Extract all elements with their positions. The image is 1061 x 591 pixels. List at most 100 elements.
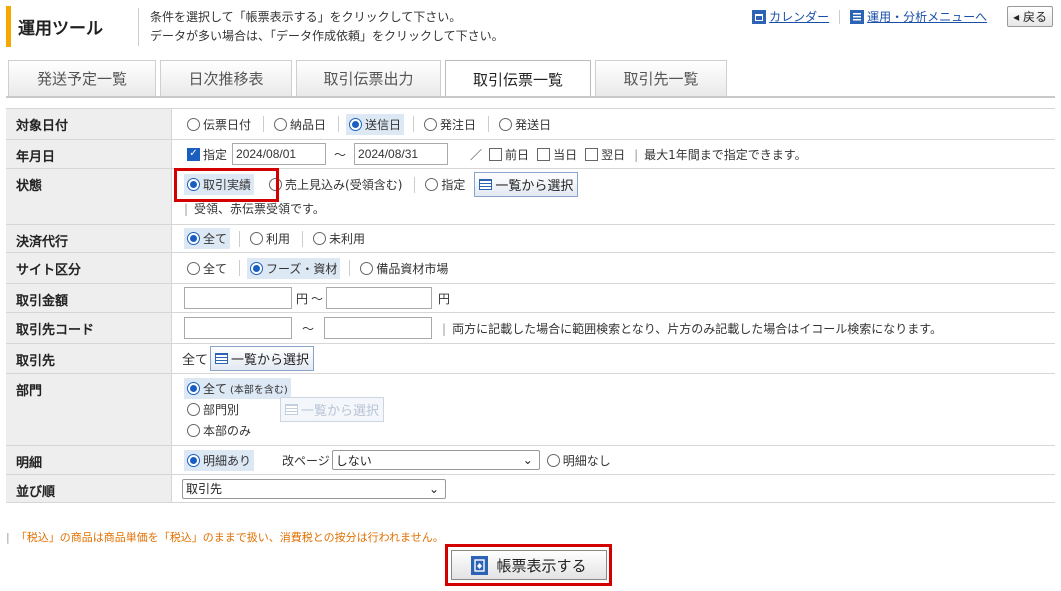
- link-divider: [839, 9, 841, 24]
- row-settlement: 決済代行 全て 利用 未利用: [6, 225, 1055, 253]
- label-settlement: 決済代行: [6, 225, 172, 252]
- radio-settlement-unused[interactable]: 未利用: [310, 228, 368, 249]
- radio-ship-date[interactable]: 発送日: [496, 114, 554, 135]
- label-status: 状態: [6, 169, 172, 224]
- row-detail: 明細 明細あり 改ページ しない ⌄ 明細なし: [6, 446, 1055, 475]
- radio-order-date[interactable]: 発注日: [421, 114, 479, 135]
- tab-slip-output[interactable]: 取引伝票出力: [296, 60, 441, 96]
- radio-detail-with[interactable]: 明細あり: [184, 449, 255, 471]
- date-from-input[interactable]: [232, 143, 327, 165]
- radio-site-equipment[interactable]: 備品資材市場: [357, 258, 451, 279]
- calendar-link-label: カレンダー: [769, 10, 830, 24]
- partner-code-from-input[interactable]: [184, 317, 292, 339]
- row-status: 状態 取引実績 売上見込み(受領含む) 指定 一覧から選択 受領、赤伝票受領です…: [6, 169, 1055, 225]
- header-divider: [138, 8, 139, 46]
- dept-pick-button[interactable]: 一覧から選択: [280, 397, 385, 422]
- row-department: 部門 全て (本部を含む) 部門別 一覧から選択 本部のみ: [6, 374, 1055, 446]
- menu-list-icon: [850, 9, 865, 24]
- radio-sent-date[interactable]: 送信日: [346, 113, 405, 135]
- amount-to-input[interactable]: [326, 287, 433, 309]
- tab-partner-list[interactable]: 取引先一覧: [595, 60, 727, 96]
- instruction-line-2: データが多い場合は、「データ作成依頼」をクリックして下さい。: [150, 29, 504, 43]
- row-partner: 取引先 全て 一覧から選択: [6, 344, 1055, 374]
- tab-daily-trend[interactable]: 日次推移表: [160, 60, 292, 96]
- app-title: 運用ツール: [18, 19, 103, 39]
- radio-detail-without[interactable]: 明細なし: [544, 450, 614, 471]
- label-sort: 並び順: [6, 475, 172, 502]
- row-partner-code: 取引先コード ～ 両方に記載した場合に範囲検索となり、片方のみ記載した場合はイコ…: [6, 313, 1055, 344]
- radio-delivery-date[interactable]: 納品日: [271, 114, 329, 135]
- back-button-label: 戻る: [1022, 10, 1047, 24]
- instruction-line-1: 条件を選択して「帳票表示する」をクリックして下さい。: [150, 10, 462, 24]
- checkbox-next-day[interactable]: 翌日: [582, 144, 628, 165]
- header-links: カレンダー 運用・分析メニューへ ◂ 戻る: [752, 6, 1053, 27]
- date-range-note: 最大1年間まで指定できます。: [634, 146, 806, 163]
- partner-value: 全て: [182, 353, 209, 368]
- search-form: 対象日付 伝票日付 納品日 送信日 発注日 発送日 年月日 ✓指定 ～: [6, 108, 1055, 503]
- tab-shipping-schedule[interactable]: 発送予定一覧: [8, 60, 156, 96]
- row-site: サイト区分 全て フーズ・資材 備品資材市場: [6, 253, 1055, 284]
- display-report-label: 帳票表示する: [496, 556, 587, 575]
- date-slash: ／: [470, 147, 483, 162]
- row-target-date: 対象日付 伝票日付 納品日 送信日 発注日 発送日: [6, 109, 1055, 140]
- partner-code-to-input[interactable]: [324, 317, 433, 339]
- amount-unit-to: 円: [438, 291, 451, 306]
- checkbox-today[interactable]: 当日: [534, 144, 580, 165]
- checkbox-prev-day[interactable]: 前日: [486, 144, 532, 165]
- partner-code-note: 両方に記載した場合に範囲検索となり、片方のみ記載した場合はイコール検索になります…: [442, 320, 942, 337]
- label-partner-code: 取引先コード: [6, 313, 172, 343]
- header-instructions: 条件を選択して「帳票表示する」をクリックして下さい。 データが多い場合は、「デー…: [150, 8, 504, 46]
- list-icon: [215, 353, 229, 364]
- radio-dept-each[interactable]: 部門別: [184, 399, 242, 420]
- radio-site-foods[interactable]: フーズ・資材: [247, 257, 341, 279]
- tab-slip-list[interactable]: 取引伝票一覧: [445, 60, 591, 97]
- page-break-select[interactable]: しない ⌄: [331, 450, 540, 470]
- amount-unit-from: 円: [296, 291, 309, 306]
- radio-site-all[interactable]: 全て: [184, 258, 230, 279]
- row-date: 年月日 ✓指定 ～ ／ 前日 当日 翌日 最大1年間まで指定できます。: [6, 140, 1055, 169]
- radio-dept-hq[interactable]: 本部のみ: [184, 420, 254, 441]
- partner-pick-button[interactable]: 一覧から選択: [210, 346, 315, 371]
- label-target-date: 対象日付: [6, 109, 172, 139]
- radio-dept-all[interactable]: 全て (本部を含む): [184, 378, 291, 399]
- label-date: 年月日: [6, 140, 172, 168]
- menu-link-label: 運用・分析メニューへ: [867, 10, 988, 24]
- display-report-button[interactable]: 帳票表示する: [451, 550, 607, 580]
- amount-tilde: ～: [311, 291, 324, 306]
- label-department: 部門: [6, 374, 172, 445]
- radio-settlement-all[interactable]: 全て: [184, 228, 231, 249]
- header-accent-bar: [6, 6, 11, 47]
- tab-underline: [6, 96, 1055, 98]
- radio-sales-forecast[interactable]: 売上見込み(受領含む): [266, 174, 405, 195]
- status-pick-button[interactable]: 一覧から選択: [474, 172, 579, 197]
- chevron-down-icon: ⌄: [522, 453, 533, 467]
- date-to-input[interactable]: [354, 143, 449, 165]
- label-amount: 取引金額: [6, 284, 172, 312]
- status-note: 受領、赤伝票受領です。: [184, 200, 325, 217]
- radio-transaction-actual[interactable]: 取引実績: [184, 174, 255, 195]
- sort-select[interactable]: 取引先 ⌄: [182, 478, 446, 499]
- amount-from-input[interactable]: [184, 287, 292, 309]
- back-button[interactable]: ◂ 戻る: [1007, 6, 1053, 27]
- checkbox-specify[interactable]: ✓ 指定: [184, 144, 230, 165]
- radio-status-specify[interactable]: 指定: [422, 174, 468, 195]
- back-arrow-icon: ◂: [1013, 10, 1020, 24]
- chevron-down-icon: ⌄: [428, 481, 439, 496]
- radio-slip-date[interactable]: 伝票日付: [184, 114, 254, 135]
- calendar-link[interactable]: カレンダー: [752, 8, 829, 25]
- list-icon: [285, 404, 299, 415]
- row-amount: 取引金額 円 ～ 円: [6, 284, 1055, 313]
- calendar-icon: [752, 9, 767, 24]
- menu-link[interactable]: 運用・分析メニューへ: [850, 8, 987, 25]
- partner-code-tilde: ～: [302, 321, 315, 336]
- radio-settlement-use[interactable]: 利用: [247, 228, 293, 249]
- tax-note: 「税込」の商品は商品単価を「税込」のままで扱い、消費税との按分は行われません。: [6, 529, 444, 545]
- page-break-label: 改ページ: [282, 453, 330, 468]
- label-detail: 明細: [6, 446, 172, 474]
- tab-bar: 発送予定一覧 日次推移表 取引伝票出力 取引伝票一覧 取引先一覧: [8, 60, 731, 97]
- row-sort: 並び順 取引先 ⌄: [6, 475, 1055, 503]
- document-icon: [471, 555, 489, 575]
- date-range-tilde: ～: [334, 147, 347, 162]
- label-site: サイト区分: [6, 253, 172, 283]
- list-icon: [479, 179, 493, 190]
